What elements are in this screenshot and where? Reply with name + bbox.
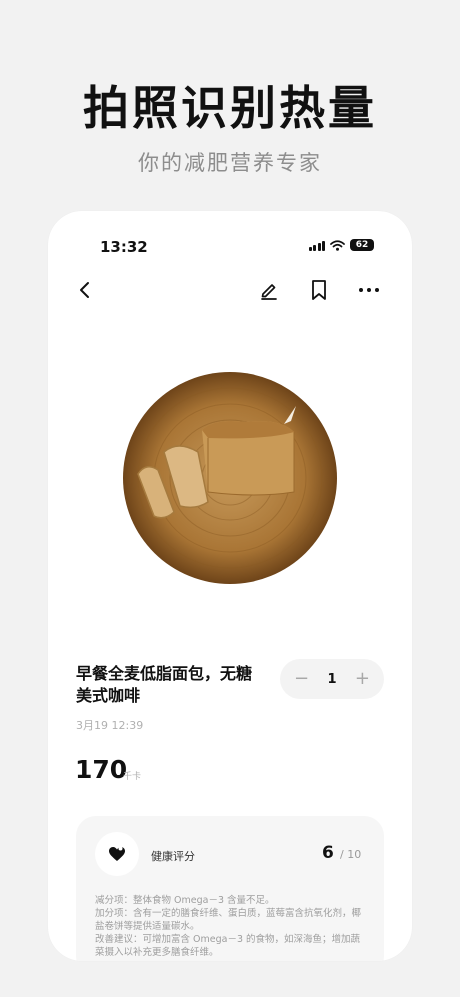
heart-icon — [109, 846, 125, 861]
health-score-card: 健康评分 6 / 10 减分项：整体食物 Omega－3 含量不足。 加分项：含… — [76, 816, 384, 961]
quantity-stepper[interactable]: − 1 + — [280, 659, 384, 699]
food-photo — [123, 372, 337, 584]
calorie-value: 170 — [75, 755, 128, 784]
health-details: 减分项：整体食物 Omega－3 含量不足。 加分项：含有一定的膳食纤维、蛋白质… — [95, 894, 367, 959]
signal-icon — [308, 240, 325, 251]
health-label: 健康评分 — [151, 850, 195, 863]
increment-button[interactable]: + — [355, 670, 370, 688]
health-score-max: / 10 — [340, 848, 362, 861]
quantity-value: 1 — [327, 671, 337, 687]
more-icon[interactable] — [357, 279, 381, 301]
health-score-value: 6 — [322, 843, 334, 863]
promo-title: 拍照识别热量 — [83, 81, 377, 135]
decrement-button[interactable]: − — [294, 670, 309, 688]
status-time: 13:32 — [100, 238, 148, 256]
calorie-unit: 千卡 — [123, 772, 142, 782]
health-suggestion: 改善建议：可增加富含 Omega－3 的食物，如深海鱼；增加蔬菜摄入以补充更多膳… — [95, 934, 361, 958]
health-plus-item: 加分项：含有一定的膳食纤维、蛋白质，蓝莓富含抗氧化剂，椰盐卷饼等提供适量碳水。 — [95, 908, 362, 932]
back-arrow-icon[interactable] — [74, 279, 96, 301]
food-timestamp: 3月19 12:39 — [76, 719, 144, 732]
health-icon-badge — [95, 832, 139, 876]
wifi-icon — [330, 239, 345, 251]
food-name: 早餐全麦低脂面包，无糖美式咖啡 — [76, 664, 253, 705]
status-icons: 62 — [308, 239, 374, 251]
promo-subtitle: 你的减肥营养专家 — [138, 151, 322, 175]
battery-icon: 62 — [350, 239, 374, 251]
bookmark-icon[interactable] — [309, 279, 329, 301]
phone-frame: 13:32 62 早餐全麦低脂面包，无糖美式咖啡 − 1 + 3月19 12:3… — [48, 211, 412, 961]
health-minus-item: 减分项：整体食物 Omega－3 含量不足。 — [95, 895, 275, 906]
edit-pencil-icon[interactable] — [259, 280, 279, 300]
